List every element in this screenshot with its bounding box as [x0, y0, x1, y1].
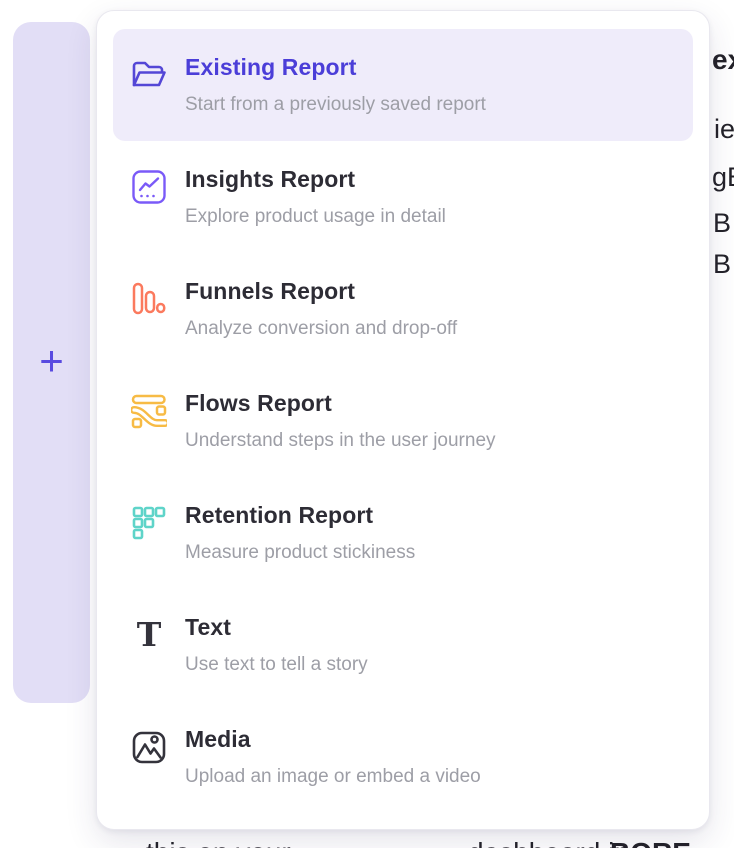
occluded-text-fragment: B — [713, 249, 731, 280]
menu-item-title: Existing Report — [185, 53, 486, 81]
menu-item-subtitle: Measure product stickiness — [185, 539, 415, 567]
screen: ex ie gB B B this on your dashboard in B… — [0, 0, 734, 848]
occluded-text-fragment: ie — [714, 114, 734, 145]
occluded-text-fragment: B — [713, 208, 731, 239]
menu-item-flows-report[interactable]: Flows Report Understand steps in the use… — [113, 365, 693, 477]
menu-item-subtitle: Upload an image or embed a video — [185, 763, 481, 791]
menu-item-insights-report[interactable]: Insights Report Explore product usage in… — [113, 141, 693, 253]
occluded-text-fragment: gB — [712, 162, 734, 193]
retention-grid-icon — [129, 503, 169, 543]
media-image-icon — [129, 727, 169, 767]
occluded-text-fragment: ex — [712, 44, 734, 76]
menu-item-text[interactable]: T Text Use text to tell a story — [113, 589, 693, 701]
menu-item-subtitle: Start from a previously saved report — [185, 91, 486, 119]
menu-item-media[interactable]: Media Upload an image or embed a video — [113, 701, 693, 813]
menu-item-title: Funnels Report — [185, 277, 457, 305]
flows-icon — [129, 391, 169, 431]
occluded-text-fragment: BORE — [610, 837, 691, 848]
plus-icon: + — [39, 340, 64, 382]
text-icon: T — [129, 615, 169, 655]
menu-item-funnels-report[interactable]: Funnels Report Analyze conversion and dr… — [113, 253, 693, 365]
menu-item-subtitle: Use text to tell a story — [185, 651, 368, 679]
menu-item-existing-report[interactable]: Existing Report Start from a previously … — [113, 29, 693, 141]
menu-item-title: Media — [185, 725, 481, 753]
menu-item-subtitle: Explore product usage in detail — [185, 203, 446, 231]
add-content-rail[interactable]: + — [13, 22, 90, 703]
menu-item-title: Retention Report — [185, 501, 415, 529]
menu-item-title: Text — [185, 613, 368, 641]
open-folder-icon — [129, 55, 169, 95]
menu-item-title: Flows Report — [185, 389, 496, 417]
menu-item-retention-report[interactable]: Retention Report Measure product stickin… — [113, 477, 693, 589]
menu-item-subtitle: Understand steps in the user journey — [185, 427, 496, 455]
menu-item-subtitle: Analyze conversion and drop-off — [185, 315, 457, 343]
funnel-bars-icon — [129, 279, 169, 319]
occluded-text-fragment: dashboard in — [468, 837, 630, 848]
occluded-text-fragment: this on your — [146, 837, 291, 848]
insights-chart-icon — [129, 167, 169, 207]
menu-item-title: Insights Report — [185, 165, 446, 193]
add-report-menu: Existing Report Start from a previously … — [96, 10, 710, 830]
